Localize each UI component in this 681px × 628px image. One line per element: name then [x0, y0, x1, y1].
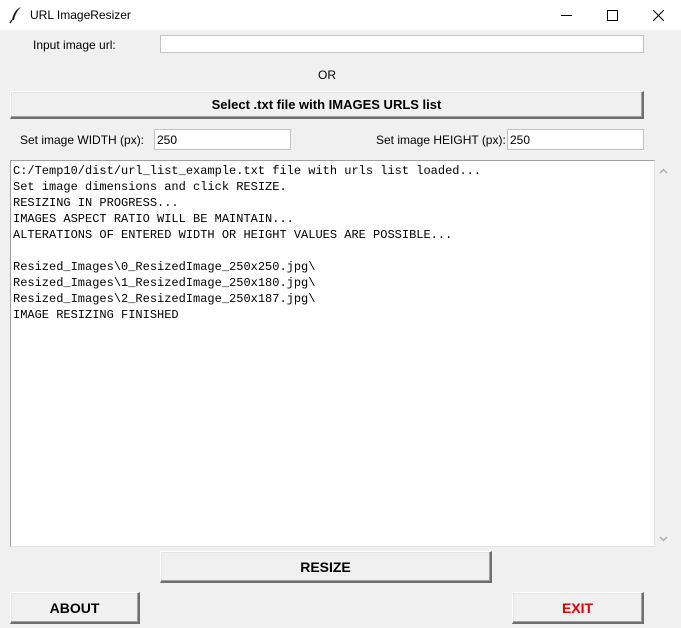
- maximize-button[interactable]: [589, 0, 635, 30]
- log-scrollbar[interactable]: [655, 160, 672, 547]
- log-line: Set image dimensions and click RESIZE.: [13, 180, 287, 194]
- select-txt-file-button[interactable]: Select .txt file with IMAGES URLS list: [10, 91, 644, 119]
- log-textarea[interactable]: C:/Temp10/dist/url_list_example.txt file…: [10, 160, 655, 547]
- log-line: ALTERATIONS OF ENTERED WIDTH OR HEIGHT V…: [13, 228, 453, 242]
- log-line: RESIZING IN PROGRESS...: [13, 196, 179, 210]
- chevron-down-icon: [659, 536, 668, 541]
- log-line: Resized_Images\0_ResizedImage_250x250.jp…: [13, 260, 316, 274]
- height-label: Set image HEIGHT (px):: [376, 133, 506, 147]
- resize-button[interactable]: RESIZE: [160, 551, 492, 583]
- about-button[interactable]: ABOUT: [10, 592, 140, 624]
- title-bar: URL ImageResizer: [0, 0, 681, 30]
- log-line: C:/Temp10/dist/url_list_example.txt file…: [13, 164, 482, 178]
- log-line: Resized_Images\2_ResizedImage_250x187.jp…: [13, 292, 316, 306]
- exit-button[interactable]: EXIT: [512, 592, 644, 624]
- close-icon: [652, 9, 664, 21]
- width-label: Set image WIDTH (px):: [20, 133, 145, 147]
- maximize-icon: [606, 9, 618, 21]
- scroll-up-button[interactable]: [655, 162, 672, 179]
- height-input[interactable]: [507, 129, 644, 150]
- minimize-button[interactable]: [543, 0, 589, 30]
- minimize-icon: [560, 14, 572, 16]
- url-input-label: Input image url:: [33, 38, 116, 52]
- or-label: OR: [318, 68, 336, 82]
- scroll-down-button[interactable]: [655, 530, 672, 547]
- window-title: URL ImageResizer: [30, 8, 131, 22]
- width-input[interactable]: [154, 129, 291, 150]
- feather-icon: [8, 6, 24, 24]
- log-line: Resized_Images\1_ResizedImage_250x180.jp…: [13, 276, 316, 290]
- url-input[interactable]: [160, 35, 644, 53]
- chevron-up-icon: [659, 168, 668, 173]
- log-line: IMAGES ASPECT RATIO WILL BE MAINTAIN...: [13, 212, 294, 226]
- close-button[interactable]: [635, 0, 681, 30]
- log-line: IMAGE RESIZING FINISHED: [13, 308, 179, 322]
